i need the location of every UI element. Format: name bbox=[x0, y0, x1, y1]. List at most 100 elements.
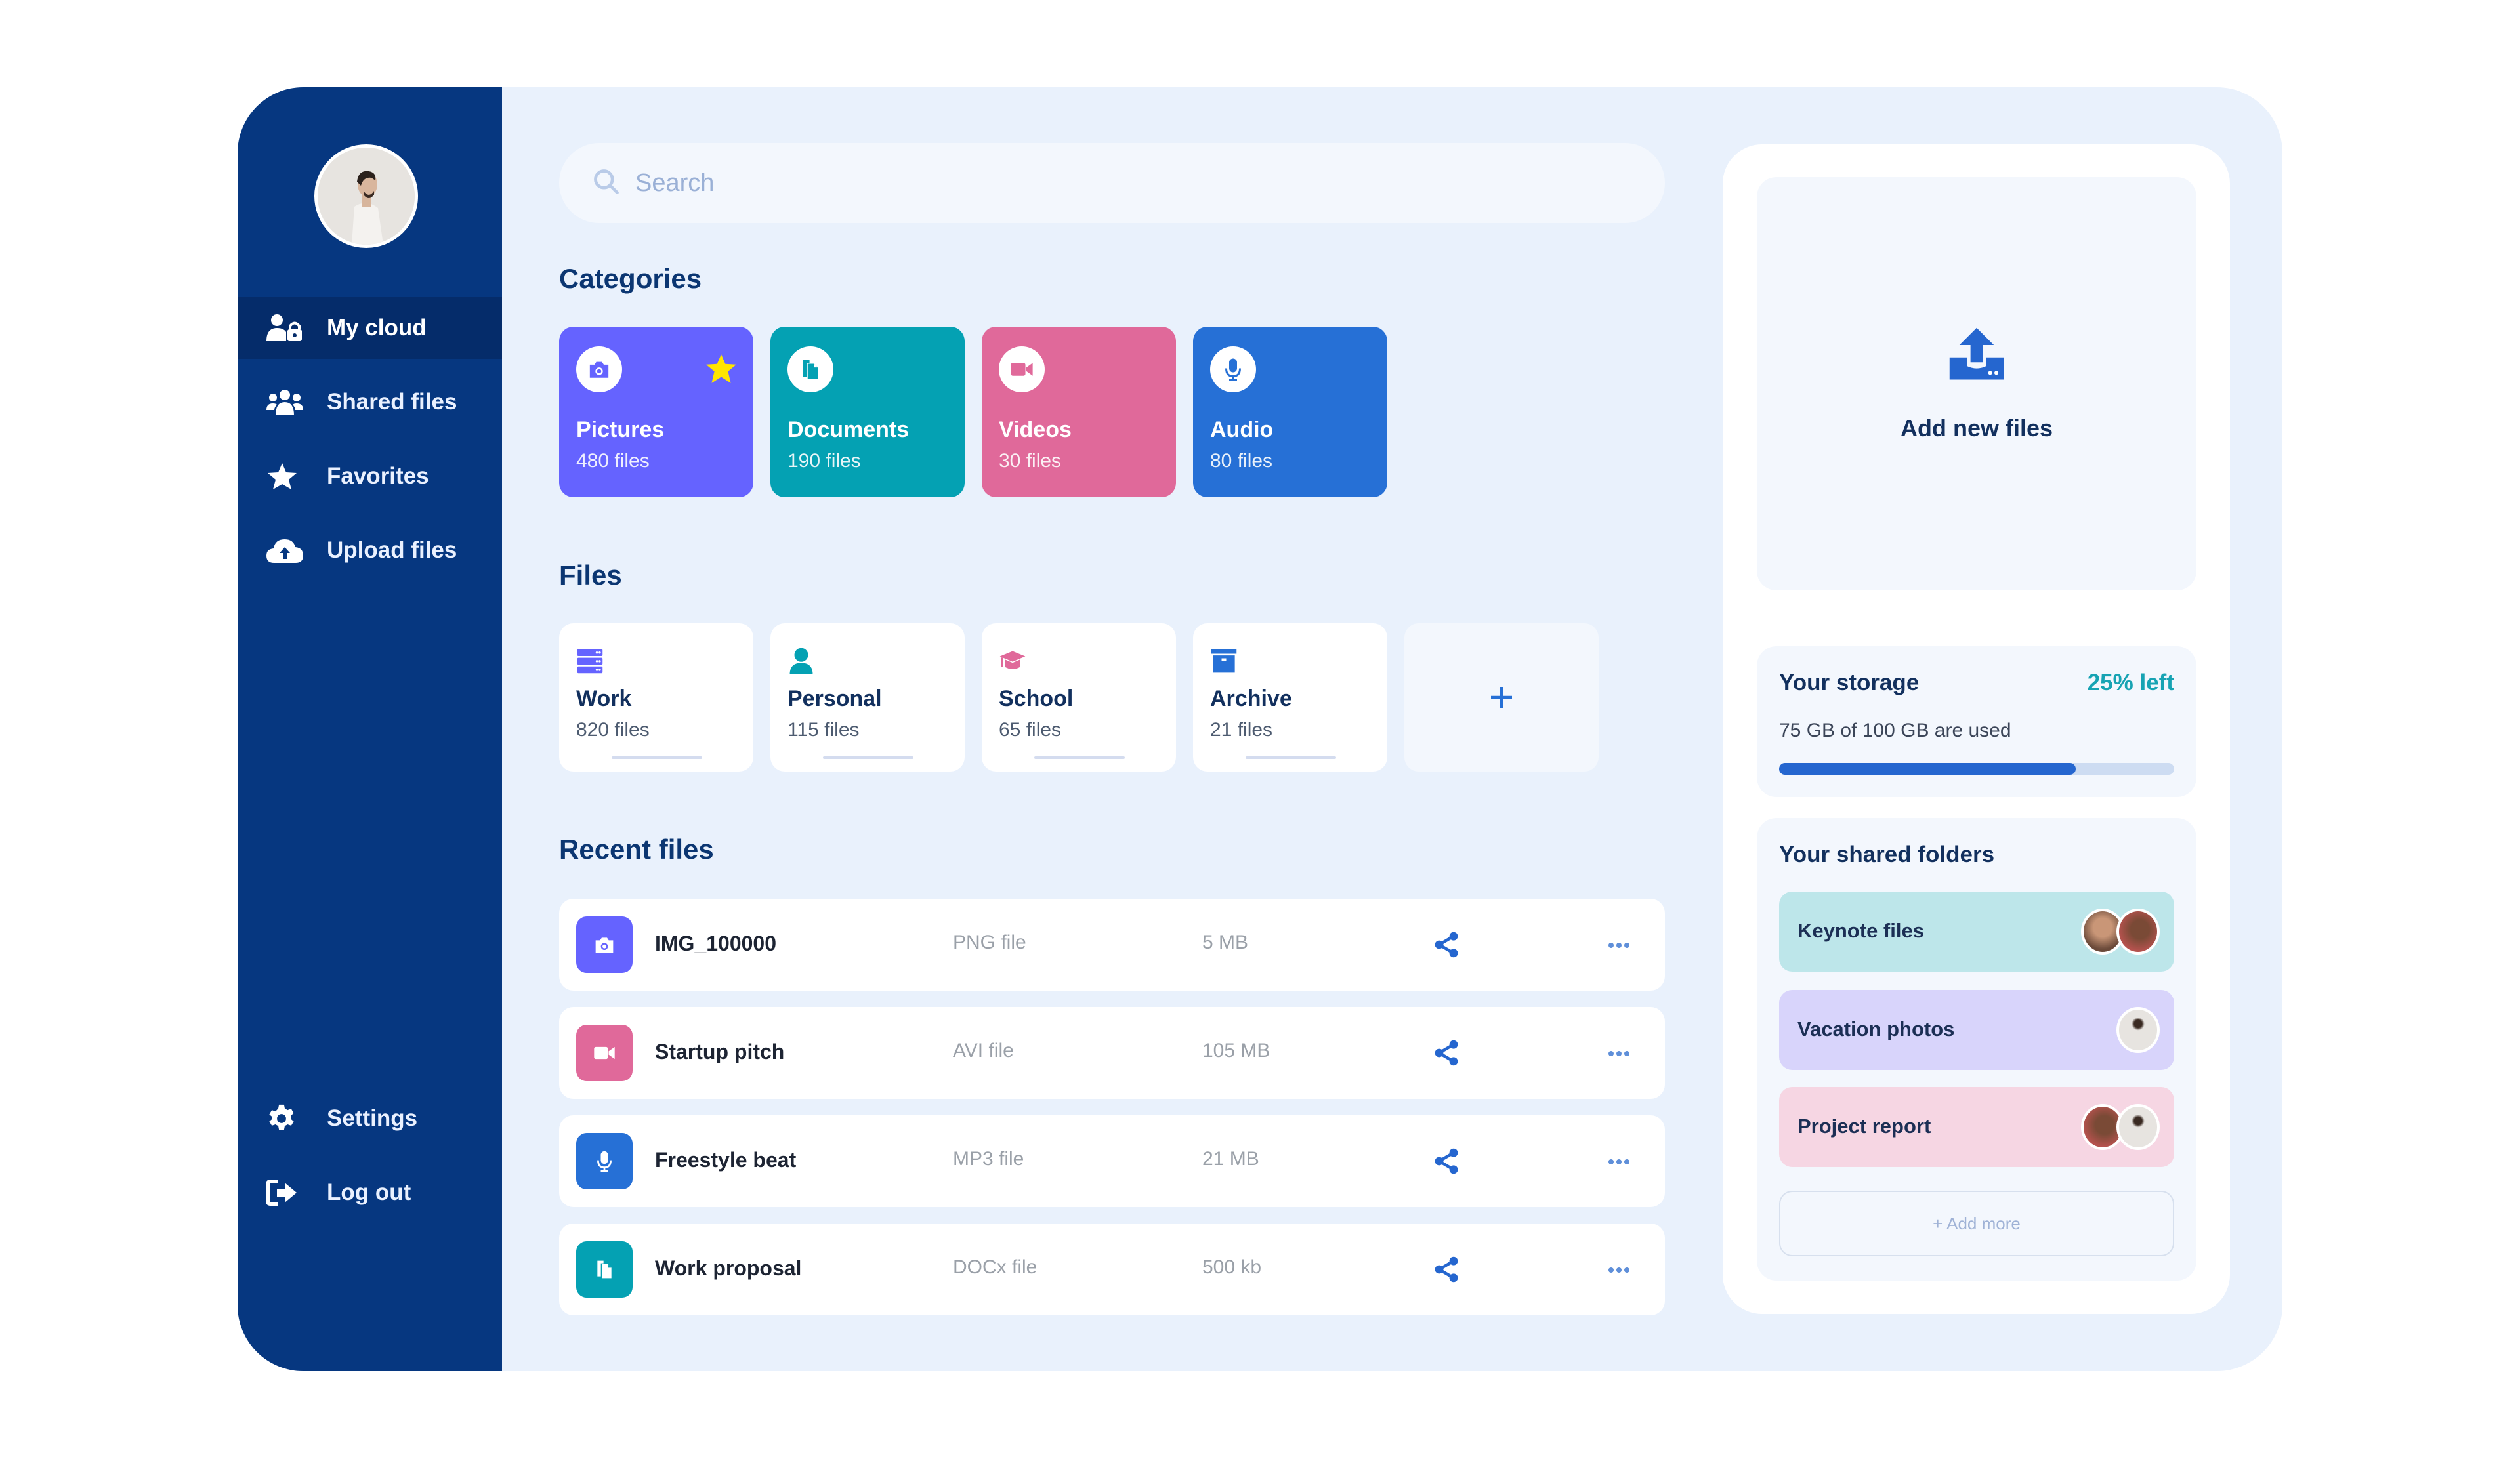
recent-file-row[interactable]: Freestyle beat MP3 file 21 MB bbox=[559, 1115, 1665, 1207]
files-heading: Files bbox=[559, 560, 622, 590]
file-type-tile bbox=[576, 1025, 633, 1081]
shared-folder-keynote-files[interactable]: Keynote files bbox=[1779, 892, 2174, 972]
shared-folder-project-report[interactable]: Project report bbox=[1779, 1087, 2174, 1167]
folder-card-work[interactable]: Work 820 files bbox=[559, 623, 753, 772]
file-type-tile bbox=[576, 916, 633, 973]
file-type: DOCx file bbox=[953, 1256, 1038, 1278]
folder-divider bbox=[823, 756, 914, 759]
folder-card-personal[interactable]: Personal 115 files bbox=[770, 623, 965, 772]
share-icon[interactable] bbox=[1432, 1255, 1461, 1284]
folder-divider bbox=[612, 756, 702, 759]
folder-count: 21 files bbox=[1210, 719, 1273, 741]
add-more-shared-folder-button[interactable]: + Add more bbox=[1779, 1191, 2174, 1256]
file-type-tile bbox=[576, 1133, 633, 1189]
search-input[interactable]: Search bbox=[559, 143, 1665, 223]
storage-card: Your storage 25% left 75 GB of 100 GB ar… bbox=[1757, 646, 2196, 797]
logout-icon bbox=[266, 1178, 303, 1207]
sidebar-item-settings[interactable]: Settings bbox=[238, 1088, 502, 1149]
more-options-icon[interactable] bbox=[1603, 1260, 1635, 1280]
category-icon-badge bbox=[576, 346, 622, 392]
plus-icon bbox=[1491, 687, 1512, 708]
category-count: 30 files bbox=[999, 450, 1062, 472]
shared-folder-vacation-photos[interactable]: Vacation photos bbox=[1779, 990, 2174, 1070]
sidebar: My cloud Shared files Favorites Upload f… bbox=[238, 87, 502, 1371]
add-folder-button[interactable] bbox=[1404, 623, 1599, 772]
file-size: 5 MB bbox=[1202, 932, 1249, 953]
category-name: Pictures bbox=[576, 417, 665, 442]
category-count: 80 files bbox=[1210, 450, 1273, 472]
recent-file-row[interactable]: Startup pitch AVI file 105 MB bbox=[559, 1007, 1665, 1099]
share-icon[interactable] bbox=[1432, 1039, 1461, 1067]
sidebar-item-label: Upload files bbox=[327, 537, 457, 563]
file-size: 21 MB bbox=[1202, 1148, 1259, 1170]
gear-icon bbox=[266, 1104, 303, 1133]
folder-divider bbox=[1034, 756, 1125, 759]
share-icon[interactable] bbox=[1432, 1147, 1461, 1176]
categories-heading: Categories bbox=[559, 263, 702, 294]
video-camera-icon bbox=[594, 1046, 615, 1060]
microphone-icon bbox=[1225, 358, 1241, 381]
folder-name: Archive bbox=[1210, 686, 1292, 711]
camera-icon bbox=[589, 361, 609, 378]
folder-name: Work bbox=[576, 686, 632, 711]
category-name: Audio bbox=[1210, 417, 1274, 442]
add-new-files-dropzone[interactable]: Add new files bbox=[1757, 177, 2196, 590]
search-icon bbox=[592, 167, 621, 199]
storage-used-text: 75 GB of 100 GB are used bbox=[1779, 720, 2011, 741]
folder-name: School bbox=[999, 686, 1074, 711]
storage-progress-fill bbox=[1779, 763, 2076, 775]
users-icon bbox=[266, 388, 303, 417]
folder-name: Personal bbox=[788, 686, 882, 711]
graduation-cap-icon bbox=[999, 651, 1026, 669]
folder-card-archive[interactable]: Archive 21 files bbox=[1193, 623, 1387, 772]
category-card-documents[interactable]: Documents 190 files bbox=[770, 327, 965, 497]
sidebar-item-label: Settings bbox=[327, 1105, 418, 1131]
file-name: Freestyle beat bbox=[655, 1148, 797, 1172]
microphone-icon bbox=[597, 1151, 612, 1172]
category-count: 480 files bbox=[576, 450, 650, 472]
sidebar-item-shared-files[interactable]: Shared files bbox=[238, 371, 502, 433]
category-icon-badge bbox=[1210, 346, 1256, 392]
star-icon bbox=[266, 462, 303, 491]
avatar bbox=[2116, 1007, 2160, 1053]
file-type: AVI file bbox=[953, 1040, 1014, 1061]
more-options-icon[interactable] bbox=[1603, 936, 1635, 955]
server-icon bbox=[577, 649, 603, 674]
folder-card-school[interactable]: School 65 files bbox=[982, 623, 1176, 772]
recent-file-row[interactable]: Work proposal DOCx file 500 kb bbox=[559, 1224, 1665, 1315]
avatar bbox=[2116, 1104, 2160, 1150]
member-avatars bbox=[2081, 909, 2160, 955]
file-name: IMG_100000 bbox=[655, 932, 777, 955]
more-options-icon[interactable] bbox=[1603, 1044, 1635, 1063]
upload-tray-icon bbox=[1949, 327, 2004, 380]
sidebar-item-upload-files[interactable]: Upload files bbox=[238, 520, 502, 581]
shared-folders-title: Your shared folders bbox=[1779, 842, 1995, 867]
storage-title: Your storage bbox=[1779, 670, 1920, 695]
shared-folders-card: Your shared folders Keynote files Vacati… bbox=[1757, 818, 2196, 1281]
share-icon[interactable] bbox=[1432, 930, 1461, 959]
member-avatars bbox=[2116, 1007, 2160, 1053]
video-camera-icon bbox=[1011, 363, 1033, 376]
favorite-star-icon[interactable] bbox=[705, 353, 738, 388]
user-avatar[interactable] bbox=[314, 144, 418, 248]
folder-count: 65 files bbox=[999, 719, 1062, 741]
file-size: 105 MB bbox=[1202, 1040, 1270, 1061]
category-card-audio[interactable]: Audio 80 files bbox=[1193, 327, 1387, 497]
file-type: PNG file bbox=[953, 932, 1026, 953]
sidebar-item-my-cloud[interactable]: My cloud bbox=[238, 297, 502, 359]
category-count: 190 files bbox=[788, 450, 861, 472]
app-window: My cloud Shared files Favorites Upload f… bbox=[238, 87, 2282, 1371]
right-panel: Add new files Your storage 25% left 75 G… bbox=[1723, 144, 2230, 1314]
user-lock-icon bbox=[266, 314, 303, 342]
category-card-pictures[interactable]: Pictures 480 files bbox=[559, 327, 753, 497]
more-options-icon[interactable] bbox=[1603, 1152, 1635, 1172]
user-icon bbox=[789, 648, 813, 674]
sidebar-item-log-out[interactable]: Log out bbox=[238, 1162, 502, 1224]
recent-file-row[interactable]: IMG_100000 PNG file 5 MB bbox=[559, 899, 1665, 991]
sidebar-item-label: Favorites bbox=[327, 463, 429, 489]
file-size: 500 kb bbox=[1202, 1256, 1262, 1278]
category-card-videos[interactable]: Videos 30 files bbox=[982, 327, 1176, 497]
storage-remaining: 25% left bbox=[2087, 670, 2174, 695]
sidebar-item-favorites[interactable]: Favorites bbox=[238, 445, 502, 507]
category-name: Documents bbox=[788, 417, 910, 442]
